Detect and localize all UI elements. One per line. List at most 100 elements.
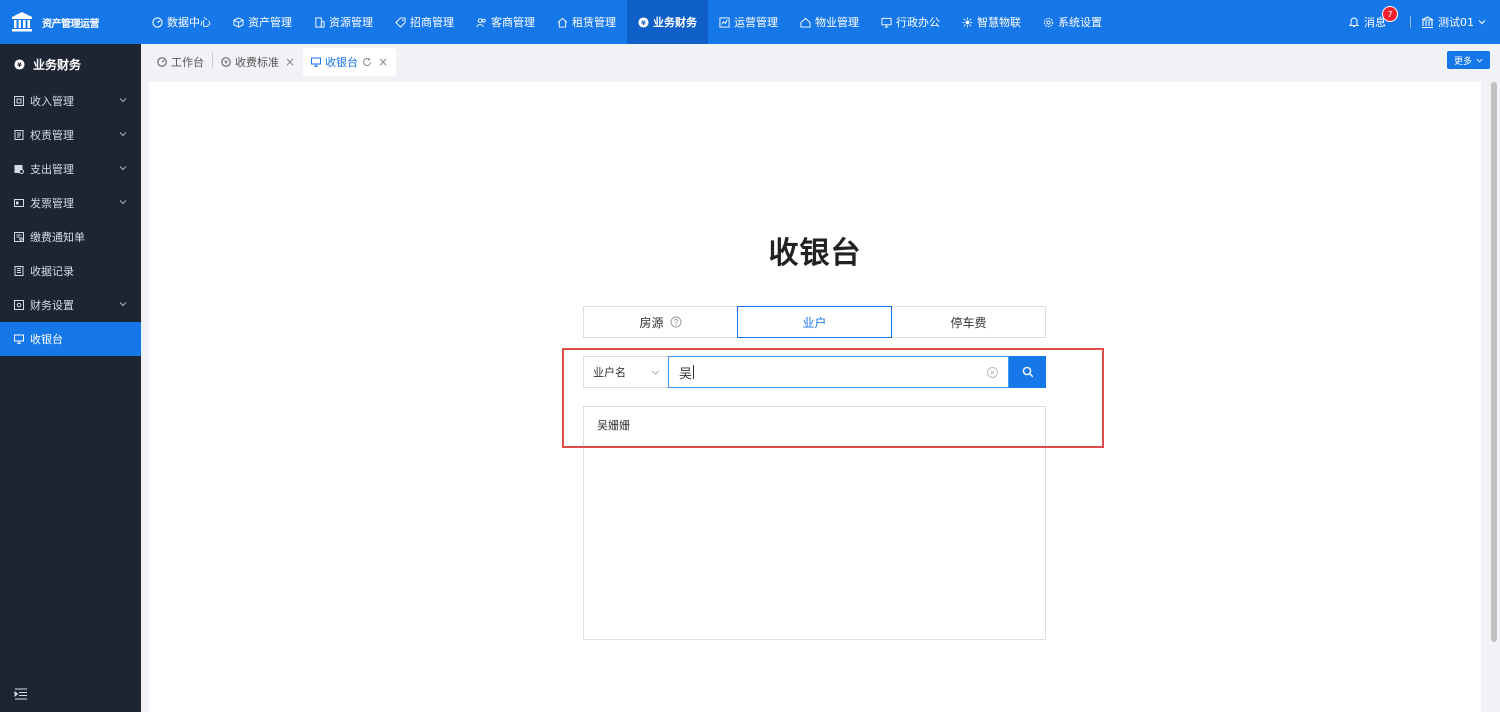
nav-system-settings[interactable]: 系统设置 (1032, 0, 1113, 44)
search-row: 业户名 吴 (583, 356, 1046, 388)
chevron-down-icon (1478, 20, 1486, 25)
brand-name: 资产管理运营 (42, 18, 100, 30)
chevron-down-icon (119, 200, 127, 205)
brand[interactable]: 资产管理运营 (0, 0, 141, 44)
sidebar-title: 业务财务 (33, 57, 82, 72)
sidebar-item-accrual[interactable]: 权责管理 (0, 118, 141, 152)
top-navbar: 资产管理运营 数据中心 资产管理 资源管理 招商管理 客商管理 租赁管理 ¥ 业… (0, 0, 1500, 44)
bank-icon (1421, 15, 1434, 28)
sidebar-item-payment-notice[interactable]: 缴费通知单 (0, 220, 141, 254)
sidebar-item-income[interactable]: 收入管理 (0, 84, 141, 118)
nav-merchant-management[interactable]: 客商管理 (465, 0, 546, 44)
nav-label: 运营管理 (734, 16, 778, 29)
segment-label: 停车费 (950, 315, 987, 330)
tab-label: 收银台 (325, 56, 359, 69)
nav-label: 智慧物联 (977, 16, 1021, 29)
clear-icon[interactable] (987, 367, 998, 378)
search-button[interactable] (1009, 356, 1046, 388)
nav-operation-management[interactable]: 运营管理 (708, 0, 789, 44)
chevron-down-icon (119, 98, 127, 103)
nav-label: 业务财务 (653, 16, 697, 29)
nav-smart-iot[interactable]: 智慧物联 (951, 0, 1032, 44)
nav-investment-management[interactable]: 招商管理 (384, 0, 465, 44)
sidebar-item-finance-settings[interactable]: 财务设置 (0, 288, 141, 322)
nav-label: 招商管理 (410, 16, 454, 29)
nav-admin-office[interactable]: 行政办公 (870, 0, 951, 44)
invoice-icon (14, 199, 24, 207)
segment-parking-fee[interactable]: 停车费 (891, 306, 1046, 338)
sidebar-collapse-icon[interactable] (14, 688, 28, 700)
sidebar-item-invoice[interactable]: 发票管理 (0, 186, 141, 220)
search-result-item[interactable]: 吴姗姗 (584, 407, 1045, 443)
sidebar-item-label: 财务设置 (30, 299, 74, 312)
nav-label: 客商管理 (491, 16, 535, 29)
user-menu[interactable]: 测试01 (1421, 14, 1486, 30)
segment-property[interactable]: 房源 (583, 306, 738, 338)
tab-cashier[interactable]: 收银台 × (303, 48, 397, 76)
search-results-panel: 吴姗姗 (583, 406, 1046, 640)
sidebar-item-label: 收入管理 (30, 95, 74, 108)
refresh-icon[interactable] (362, 57, 372, 67)
settings-doc-icon (14, 300, 24, 310)
income-icon (14, 96, 24, 106)
more-tabs-button[interactable]: 更多 (1446, 51, 1490, 69)
more-label: 更多 (1453, 56, 1472, 67)
messages-count-badge: 7 (1382, 6, 1398, 22)
content-scrollbar[interactable] (1491, 82, 1497, 642)
finance-icon: ¥ (638, 16, 649, 28)
notice-icon (14, 232, 24, 242)
sidebar-item-receipt-records[interactable]: 收据记录 (0, 254, 141, 288)
bank-logo-icon (12, 12, 32, 32)
segment-tenant[interactable]: 业户 (737, 306, 892, 338)
nav-resource-management[interactable]: 资源管理 (303, 0, 384, 44)
fee-icon: ¥ (221, 57, 231, 67)
chart-icon (719, 16, 730, 28)
sidebar-item-label: 发票管理 (30, 197, 74, 210)
iot-icon (962, 16, 973, 28)
nav-lease-management[interactable]: 租赁管理 (546, 0, 627, 44)
search-field-select[interactable]: 业户名 (583, 356, 668, 388)
chevron-down-icon (119, 166, 127, 171)
sidebar-header: ¥ 业务财务 (0, 44, 141, 84)
tag-icon (395, 16, 406, 28)
text-caret (693, 365, 695, 379)
close-icon[interactable]: × (285, 55, 295, 69)
page-tabs: 工作台 ¥ 收费标准 × 收银台 × 更多 (141, 44, 1500, 76)
cube-icon (233, 16, 244, 28)
sidebar-item-cashier[interactable]: 收银台 (0, 322, 141, 356)
header-right: 消息 7 测试01 (1348, 0, 1500, 44)
nav-label: 物业管理 (815, 16, 859, 29)
page-title: 收银台 (768, 236, 862, 271)
search-input[interactable]: 吴 (668, 356, 1009, 388)
tab-fee-standard[interactable]: ¥ 收费标准 × (213, 48, 303, 76)
nav-label: 租赁管理 (572, 16, 616, 29)
nav-label: 行政办公 (896, 16, 940, 29)
nav-business-finance[interactable]: ¥ 业务财务 (627, 0, 708, 44)
svg-text:¥: ¥ (641, 18, 646, 26)
monitor-icon (311, 57, 322, 67)
users-icon (476, 17, 486, 27)
tab-workbench[interactable]: 工作台 (149, 48, 212, 76)
sidebar: ¥ 业务财务 收入管理 权责管理 支出管理 发票管理 缴费通知单 收据记录 财务… (0, 44, 141, 712)
messages-button[interactable]: 消息 7 (1348, 6, 1398, 30)
search-input-value: 吴 (679, 366, 693, 382)
chevron-down-icon (119, 302, 127, 307)
nav-data-center[interactable]: 数据中心 (141, 0, 222, 44)
dashboard-icon (152, 16, 163, 28)
sidebar-item-expense[interactable]: 支出管理 (0, 152, 141, 186)
dashboard-icon (157, 57, 167, 67)
help-icon[interactable] (670, 316, 682, 328)
header-divider (1410, 16, 1411, 28)
nav-asset-management[interactable]: 资产管理 (222, 0, 303, 44)
search-type-segmented: 房源 业户 停车费 (583, 306, 1046, 338)
nav-property-management[interactable]: 物业管理 (789, 0, 870, 44)
document-icon (14, 130, 24, 140)
close-icon[interactable]: × (378, 55, 388, 69)
wallet-icon (14, 165, 24, 174)
search-icon (1022, 366, 1033, 378)
gear-icon (1043, 17, 1054, 27)
sidebar-item-label: 收据记录 (30, 265, 74, 278)
chevron-down-icon (651, 370, 660, 375)
chevron-down-icon (1476, 58, 1483, 62)
nav-label: 数据中心 (167, 16, 211, 29)
